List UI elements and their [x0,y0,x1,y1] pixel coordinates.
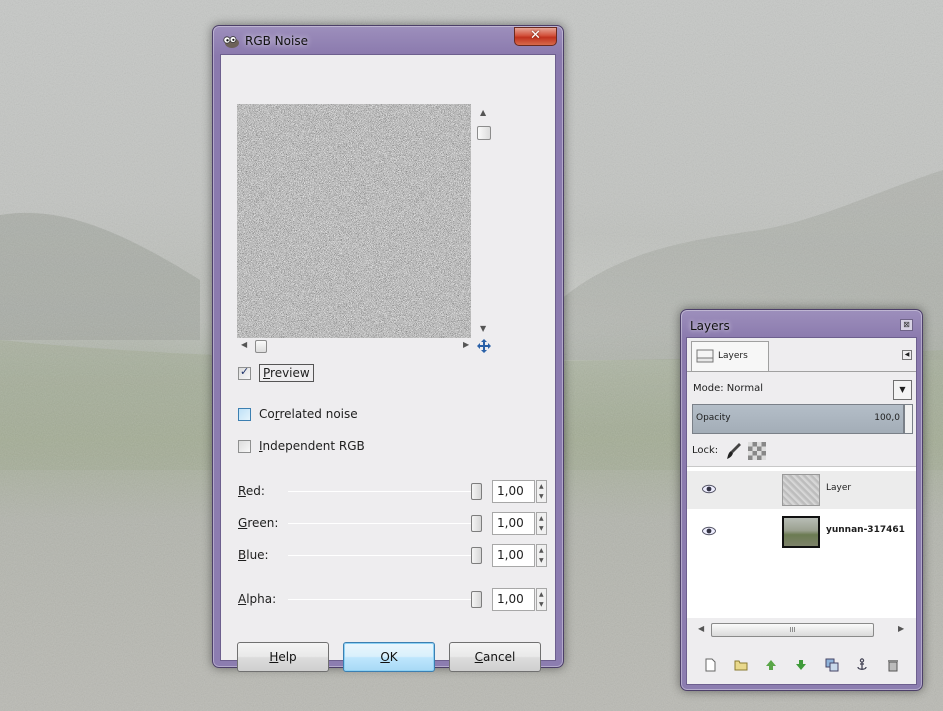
alpha-slider-track[interactable] [288,599,476,600]
preview-toggle[interactable]: Preview [238,363,314,383]
dock-title: Layers [690,319,730,333]
dock-close-button[interactable]: ⊠ [900,319,913,331]
independent-rgb-label: Independent RGB [259,439,365,453]
red-value-input[interactable]: 1,00 [492,480,535,503]
ok-button[interactable]: OK [343,642,435,672]
scroll-left-icon[interactable]: ◀ [241,340,247,349]
close-button[interactable]: ✕ [514,27,557,46]
scroll-thumb[interactable] [255,340,267,353]
red-spin-buttons[interactable]: ▲ ▼ [536,480,547,503]
independent-rgb-toggle[interactable]: Independent RGB [238,436,365,456]
opacity-label: Opacity [696,413,731,423]
tab-layers[interactable]: Layers [691,341,769,371]
layers-list[interactable]: Layer yunnan-317461 [687,466,916,618]
green-value-input[interactable]: 1,00 [492,512,535,535]
layer-thumbnail [782,474,820,506]
close-icon: ✕ [530,28,541,43]
anchor-layer-icon[interactable] [855,658,869,672]
mode-dropdown[interactable]: ▼ [893,380,912,400]
layer-name: yunnan-317461 [826,525,905,535]
help-button[interactable]: Help [237,642,329,672]
dialog-title: RGB Noise [245,34,308,48]
scroll-thumb[interactable]: III [711,623,874,637]
brush-lock-icon[interactable] [726,442,742,460]
opacity-slider[interactable]: Opacity 100,0 [692,404,904,434]
new-group-icon[interactable] [734,658,748,672]
tab-menu-icon: ◀ [904,351,910,358]
alpha-value-input[interactable]: 1,00 [492,588,535,611]
red-slider-row: Red: 1,00 ▲ ▼ [238,480,548,504]
blue-value-input[interactable]: 1,00 [492,544,535,567]
duplicate-layer-icon[interactable] [825,658,839,672]
opacity-spin-buttons[interactable] [904,404,913,434]
preview-label: Preview [259,364,314,382]
alpha-spin-buttons[interactable]: ▲ ▼ [536,588,547,611]
tab-label: Layers [718,351,748,361]
blue-slider-handle[interactable] [471,547,482,564]
scroll-left-icon[interactable]: ◀ [698,624,704,633]
blue-spin-buttons[interactable]: ▲ ▼ [536,544,547,567]
mode-row: Mode: Normal ▼ [687,376,916,402]
chevron-down-icon: ▼ [899,385,906,394]
layers-toolbar [687,658,916,680]
tab-bar-divider [687,371,916,372]
correlated-noise-checkbox[interactable] [238,407,251,421]
preview-checkbox[interactable] [238,365,251,380]
noise-preview-image [237,104,471,338]
delete-layer-icon[interactable] [886,658,900,672]
lower-layer-icon[interactable] [794,658,808,672]
layer-thumbnail [782,516,820,548]
red-label: Red: [238,484,265,498]
green-slider-track[interactable] [288,523,476,524]
scroll-right-icon[interactable]: ▶ [463,340,469,349]
independent-rgb-checkbox[interactable] [238,439,251,453]
lock-label: Lock: [692,445,719,456]
blue-slider-track[interactable] [288,555,476,556]
mode-label: Mode: Normal [693,383,763,394]
green-slider-handle[interactable] [471,515,482,532]
rgb-noise-dialog: RGB Noise ✕ ▲ ▼ ◀ ▶ ✓ Preview Correlated… [212,25,564,672]
red-slider-track[interactable] [288,491,476,492]
layers-horizontal-scrollbar[interactable]: ◀ III ▶ [696,622,908,639]
dialog-content: ▲ ▼ ◀ ▶ Preview Correlated noise Indepen… [220,54,556,672]
gimp-wilber-icon [223,36,239,48]
green-spin-buttons[interactable]: ▲ ▼ [536,512,547,535]
cancel-button[interactable]: Cancel [449,642,541,672]
red-slider-handle[interactable] [471,483,482,500]
layers-tab-icon [696,349,714,363]
alpha-slider-row: Alpha: 1,00 ▲ ▼ [238,588,548,612]
alpha-slider-handle[interactable] [471,591,482,608]
eye-icon[interactable] [702,526,716,536]
new-layer-icon[interactable] [703,658,717,672]
scroll-down-icon[interactable]: ▼ [480,324,486,333]
alpha-lock-icon[interactable] [748,442,766,460]
correlated-noise-label: Correlated noise [259,407,358,421]
eye-icon[interactable] [702,484,716,494]
green-label: Green: [238,516,279,530]
scroll-up-icon[interactable]: ▲ [480,108,486,117]
green-slider-row: Green: 1,00 ▲ ▼ [238,512,548,536]
close-icon: ⊠ [903,320,910,329]
scroll-thumb[interactable] [477,126,491,140]
correlated-noise-toggle[interactable]: Correlated noise [238,404,358,424]
blue-label: Blue: [238,548,269,562]
layer-row[interactable]: Layer [687,471,916,509]
raise-layer-icon[interactable] [764,658,778,672]
preview-horizontal-scrollbar[interactable]: ◀ ▶ [241,340,471,354]
layers-dock: Layers ⊠ Layers ◀ Mode: Normal ▼ Opacity… [680,309,923,691]
layers-dock-content: Layers ◀ Mode: Normal ▼ Opacity 100,0 Lo… [686,337,917,685]
preview-vertical-scrollbar[interactable]: ▲ ▼ [476,108,492,333]
noise-preview[interactable] [237,104,471,338]
alpha-label: Alpha: [238,592,277,606]
layer-row[interactable]: yunnan-317461 [687,513,916,551]
tab-menu-button[interactable]: ◀ [902,350,912,360]
opacity-value: 100,0 [874,413,900,423]
layer-name: Layer [826,483,852,493]
blue-slider-row: Blue: 1,00 ▲ ▼ [238,544,548,568]
scroll-right-icon[interactable]: ▶ [898,624,904,633]
navigate-icon[interactable] [477,339,491,353]
